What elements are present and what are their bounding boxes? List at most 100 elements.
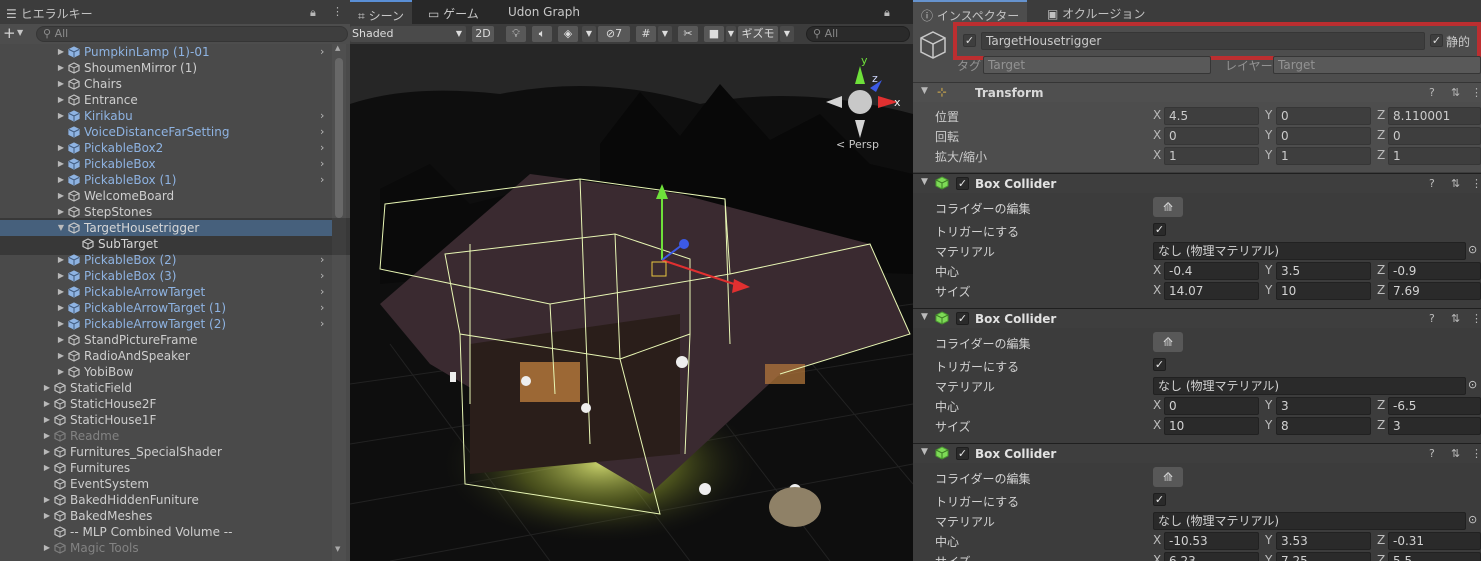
collider-2-size-x-field[interactable]: 6.23 [1164, 552, 1259, 561]
collider-1-center-x-field[interactable]: 0 [1164, 397, 1259, 415]
transform-row-2-z-field[interactable]: 1 [1388, 147, 1481, 165]
caret-down-icon[interactable]: ▼ [17, 28, 23, 37]
collider-0-size-y-field[interactable]: 10 [1276, 282, 1371, 300]
collapsed-arrow-icon[interactable]: ▶ [56, 268, 66, 284]
hierarchy-item[interactable]: ▶ PickableBox (2) › [0, 252, 332, 268]
grid-dropdown-icon[interactable]: ▼ [658, 26, 672, 42]
collider-2-center-x-field[interactable]: -10.53 [1164, 532, 1259, 550]
collapsed-arrow-icon[interactable]: ▶ [56, 284, 66, 300]
hierarchy-item[interactable]: ▶ PickableArrowTarget › [0, 284, 332, 300]
material-field[interactable]: なし (物理マテリアル) [1153, 242, 1466, 260]
collapsed-arrow-icon[interactable]: ▶ [56, 188, 66, 204]
tag-dropdown[interactable]: Target [983, 56, 1211, 74]
tab-inspector[interactable]: ⓘ インスペクター [913, 0, 1028, 24]
collapsed-arrow-icon[interactable]: ▶ [56, 300, 66, 316]
transform-row-1-z-field[interactable]: 0 [1388, 127, 1481, 145]
audio-icon[interactable]: 🔈︎ [532, 26, 552, 42]
scroll-down-arrow-icon[interactable]: ▼ [335, 545, 340, 553]
more-options-icon[interactable]: ⋮ [1471, 177, 1481, 190]
collider-0-center-x-field[interactable]: -0.4 [1164, 262, 1259, 280]
static-checkbox[interactable]: ✓ [1430, 34, 1443, 47]
collider-2-size-z-field[interactable]: 5.5 [1388, 552, 1481, 561]
preset-icon[interactable]: ⇅ [1451, 447, 1460, 460]
more-options-icon[interactable]: ⋮ [1471, 86, 1481, 99]
open-prefab-chevron-icon[interactable]: › [320, 140, 324, 156]
scene-viewport[interactable]: y z x < Persp [350, 44, 913, 561]
hierarchy-item[interactable]: ▶ YobiBow [0, 364, 332, 380]
hierarchy-item[interactable]: ▶ PickableBox (1) › [0, 172, 332, 188]
foldout-arrow-icon[interactable]: ▼ [921, 312, 928, 322]
lighting-icon[interactable]: 💡︎ [506, 26, 526, 42]
collider-2-size-y-field[interactable]: 7.25 [1276, 552, 1371, 561]
transform-row-1-y-field[interactable]: 0 [1276, 127, 1371, 145]
add-icon[interactable]: + [3, 25, 16, 42]
transform-row-2-x-field[interactable]: 1 [1164, 147, 1259, 165]
transform-header[interactable]: ▼ ⊹ Transform ? ⇅ ⋮ [913, 82, 1481, 102]
material-field[interactable]: なし (物理マテリアル) [1153, 512, 1466, 530]
lock-icon[interactable]: 🔒︎ [884, 6, 890, 20]
collapsed-arrow-icon[interactable]: ▶ [42, 428, 52, 444]
hierarchy-item[interactable]: EventSystem [0, 476, 332, 492]
edit-collider-button[interactable]: ⟰ [1153, 332, 1183, 352]
hierarchy-item[interactable]: ▶ Furnitures_SpecialShader [0, 444, 332, 460]
hierarchy-item[interactable]: ▶ PickableArrowTarget (1) › [0, 300, 332, 316]
collider-1-center-z-field[interactable]: -6.5 [1388, 397, 1481, 415]
collapsed-arrow-icon[interactable]: ▶ [42, 460, 52, 476]
collapsed-arrow-icon[interactable]: ▶ [56, 108, 66, 124]
hierarchy-item[interactable]: VoiceDistanceFarSetting › [0, 124, 332, 140]
effects-icon[interactable]: ◈ [558, 26, 578, 42]
more-options-icon[interactable]: ⋮ [1471, 312, 1481, 325]
collapsed-arrow-icon[interactable]: ▶ [42, 412, 52, 428]
collapsed-arrow-icon[interactable]: ▶ [56, 364, 66, 380]
collider-enabled-checkbox[interactable]: ✓ [956, 177, 969, 190]
preset-icon[interactable]: ⇅ [1451, 177, 1460, 190]
collapsed-arrow-icon[interactable]: ▶ [42, 540, 52, 556]
hierarchy-item[interactable]: ▶ StaticHouse2F [0, 396, 332, 412]
open-prefab-chevron-icon[interactable]: › [320, 300, 324, 316]
collapsed-arrow-icon[interactable]: ▶ [56, 76, 66, 92]
hierarchy-item[interactable]: ▶ StaticHouse1F [0, 412, 332, 428]
shading-mode-dropdown[interactable]: Shaded ▼ [350, 26, 466, 42]
hierarchy-item[interactable]: ▶ BakedHiddenFuniture [0, 492, 332, 508]
hierarchy-search-input[interactable]: ⚲ All [36, 26, 348, 42]
object-picker-icon[interactable]: ⊙ [1468, 378, 1477, 391]
hierarchy-item[interactable]: ▶ RadioAndSpeaker [0, 348, 332, 364]
box-collider-header[interactable]: ▼ ✓ Box Collider? ⇅ ⋮ [913, 308, 1481, 328]
is-trigger-checkbox[interactable]: ✓ [1153, 223, 1166, 236]
tools-icon[interactable]: ✂ [678, 26, 698, 42]
hierarchy-item[interactable]: ▶ PickableBox2 › [0, 140, 332, 156]
foldout-arrow-icon[interactable]: ▼ [921, 177, 928, 187]
collider-0-center-z-field[interactable]: -0.9 [1388, 262, 1481, 280]
open-prefab-chevron-icon[interactable]: › [320, 124, 324, 140]
hidden-objects-button[interactable]: ⊘7 [598, 26, 630, 42]
collider-2-center-y-field[interactable]: 3.53 [1276, 532, 1371, 550]
collapsed-arrow-icon[interactable]: ▶ [42, 444, 52, 460]
hierarchy-item[interactable]: ▼ TargetHousetrigger [0, 220, 332, 236]
tab-scene[interactable]: ⌗ シーン [350, 0, 412, 24]
collapsed-arrow-icon[interactable]: ▶ [56, 156, 66, 172]
foldout-arrow-icon[interactable]: ▼ [921, 86, 928, 96]
transform-row-2-y-field[interactable]: 1 [1276, 147, 1371, 165]
object-name-input[interactable]: TargetHousetrigger [981, 32, 1425, 50]
collapsed-arrow-icon[interactable]: ▶ [56, 140, 66, 156]
collapsed-arrow-icon[interactable]: ▶ [42, 492, 52, 508]
open-prefab-chevron-icon[interactable]: › [320, 156, 324, 172]
lock-icon[interactable]: 🔒︎ [310, 6, 316, 20]
collapsed-arrow-icon[interactable]: ▶ [56, 348, 66, 364]
collider-1-center-y-field[interactable]: 3 [1276, 397, 1371, 415]
gizmos-button[interactable]: ギズモ [738, 26, 778, 42]
hierarchy-item[interactable]: ▶ StepStones [0, 204, 332, 220]
layer-dropdown[interactable]: Target [1273, 56, 1481, 74]
help-icon[interactable]: ? [1429, 86, 1435, 99]
collapsed-arrow-icon[interactable]: ▶ [56, 60, 66, 76]
collider-0-size-z-field[interactable]: 7.69 [1388, 282, 1481, 300]
hierarchy-item[interactable]: ▶ Magic Tools [0, 540, 332, 556]
transform-row-1-x-field[interactable]: 0 [1164, 127, 1259, 145]
help-icon[interactable]: ? [1429, 312, 1435, 325]
collapsed-arrow-icon[interactable]: ▶ [56, 92, 66, 108]
hierarchy-item[interactable]: ▶ StandPictureFrame [0, 332, 332, 348]
open-prefab-chevron-icon[interactable]: › [320, 284, 324, 300]
collider-1-size-z-field[interactable]: 3 [1388, 417, 1481, 435]
effects-dropdown-icon[interactable]: ▼ [582, 26, 596, 42]
collapsed-arrow-icon[interactable]: ▶ [56, 316, 66, 332]
